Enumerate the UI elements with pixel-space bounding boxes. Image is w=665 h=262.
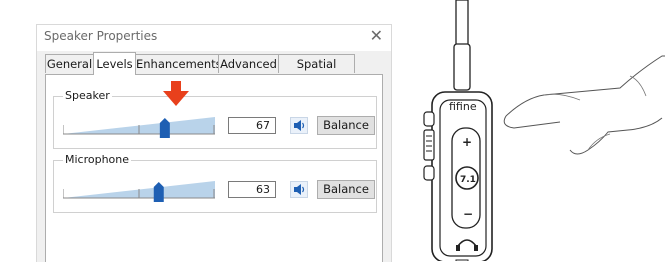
tab-general[interactable]: General bbox=[45, 54, 94, 73]
levels-panel: Speaker 67 Balance Microphone 63 Balance bbox=[45, 74, 383, 262]
microphone-slider-thumb[interactable] bbox=[153, 182, 164, 202]
dialog-title: Speaker Properties bbox=[44, 29, 158, 43]
speaker-level-value[interactable]: 67 bbox=[228, 117, 276, 134]
speaker-icon[interactable] bbox=[290, 181, 308, 198]
speaker-volume-slider[interactable] bbox=[63, 114, 215, 138]
speaker-properties-dialog: Speaker Properties ✕ General Levels Enha… bbox=[36, 24, 392, 262]
surround-7-1-label: 7.1 bbox=[460, 175, 476, 185]
plus-glyph: + bbox=[462, 135, 472, 149]
speaker-balance-button[interactable]: Balance bbox=[317, 116, 375, 135]
tab-spatial-sound[interactable]: Spatial sound bbox=[278, 54, 355, 90]
microphone-group: Microphone 63 Balance bbox=[53, 153, 377, 213]
speaker-slider-thumb[interactable] bbox=[159, 118, 170, 138]
microphone-volume-slider[interactable] bbox=[63, 178, 215, 202]
title-bar: Speaker Properties ✕ bbox=[37, 25, 391, 51]
microphone-balance-button[interactable]: Balance bbox=[317, 180, 375, 199]
close-icon[interactable]: ✕ bbox=[370, 27, 383, 45]
tab-levels[interactable]: Levels bbox=[93, 52, 136, 75]
usb-sound-card-illustration: fifine + 7.1 − bbox=[423, 0, 665, 261]
minus-glyph: − bbox=[463, 207, 473, 221]
speaker-group: Speaker 67 Balance bbox=[53, 89, 377, 149]
device-brand-logo: fifine bbox=[449, 100, 477, 113]
speaker-icon[interactable] bbox=[290, 117, 308, 134]
microphone-level-value[interactable]: 63 bbox=[228, 181, 276, 198]
pointing-hand bbox=[503, 55, 665, 155]
microphone-label: Microphone bbox=[63, 153, 132, 166]
tab-enhancements[interactable]: Enhancements bbox=[135, 54, 222, 73]
tab-advanced[interactable]: Advanced bbox=[218, 54, 279, 73]
speaker-label: Speaker bbox=[63, 89, 112, 102]
pointer-arrow-icon bbox=[163, 81, 189, 106]
